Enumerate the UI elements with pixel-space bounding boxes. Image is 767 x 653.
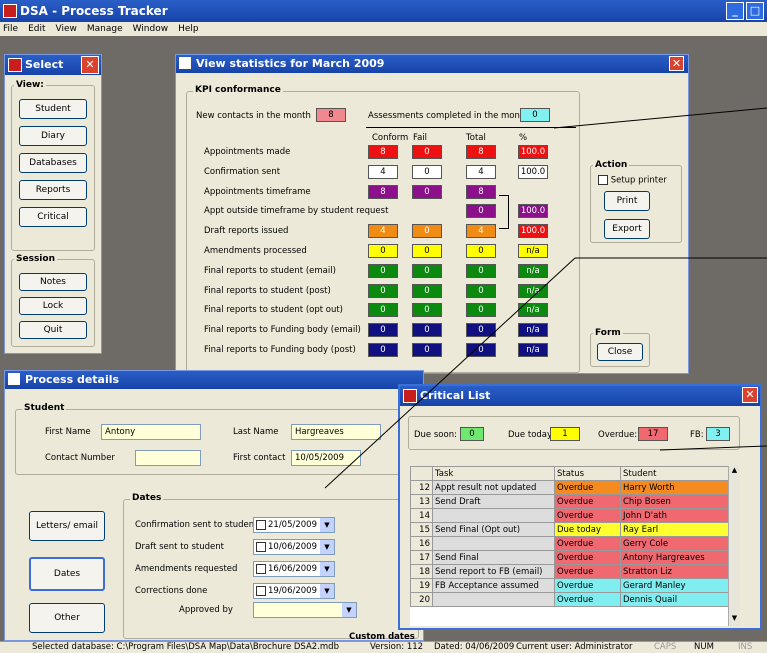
status-caps: CAPS: [654, 642, 677, 652]
status-database: Selected database: C:\Program Files\DSA …: [32, 642, 339, 652]
status-ins: INS: [738, 642, 753, 652]
status-num: NUM: [694, 642, 714, 652]
status-version: Version: 112: [370, 642, 424, 652]
status-user: Current user: Administrator: [516, 642, 633, 652]
annotation-line-1: [553, 107, 767, 129]
annotation-line-4: [659, 445, 767, 451]
status-dated: Dated: 04/06/2009: [434, 642, 515, 652]
annotation-lines: [324, 107, 767, 489]
annotation-line-3: [324, 257, 576, 489]
status-bar: Selected database: C:\Program Files\DSA …: [0, 641, 767, 653]
